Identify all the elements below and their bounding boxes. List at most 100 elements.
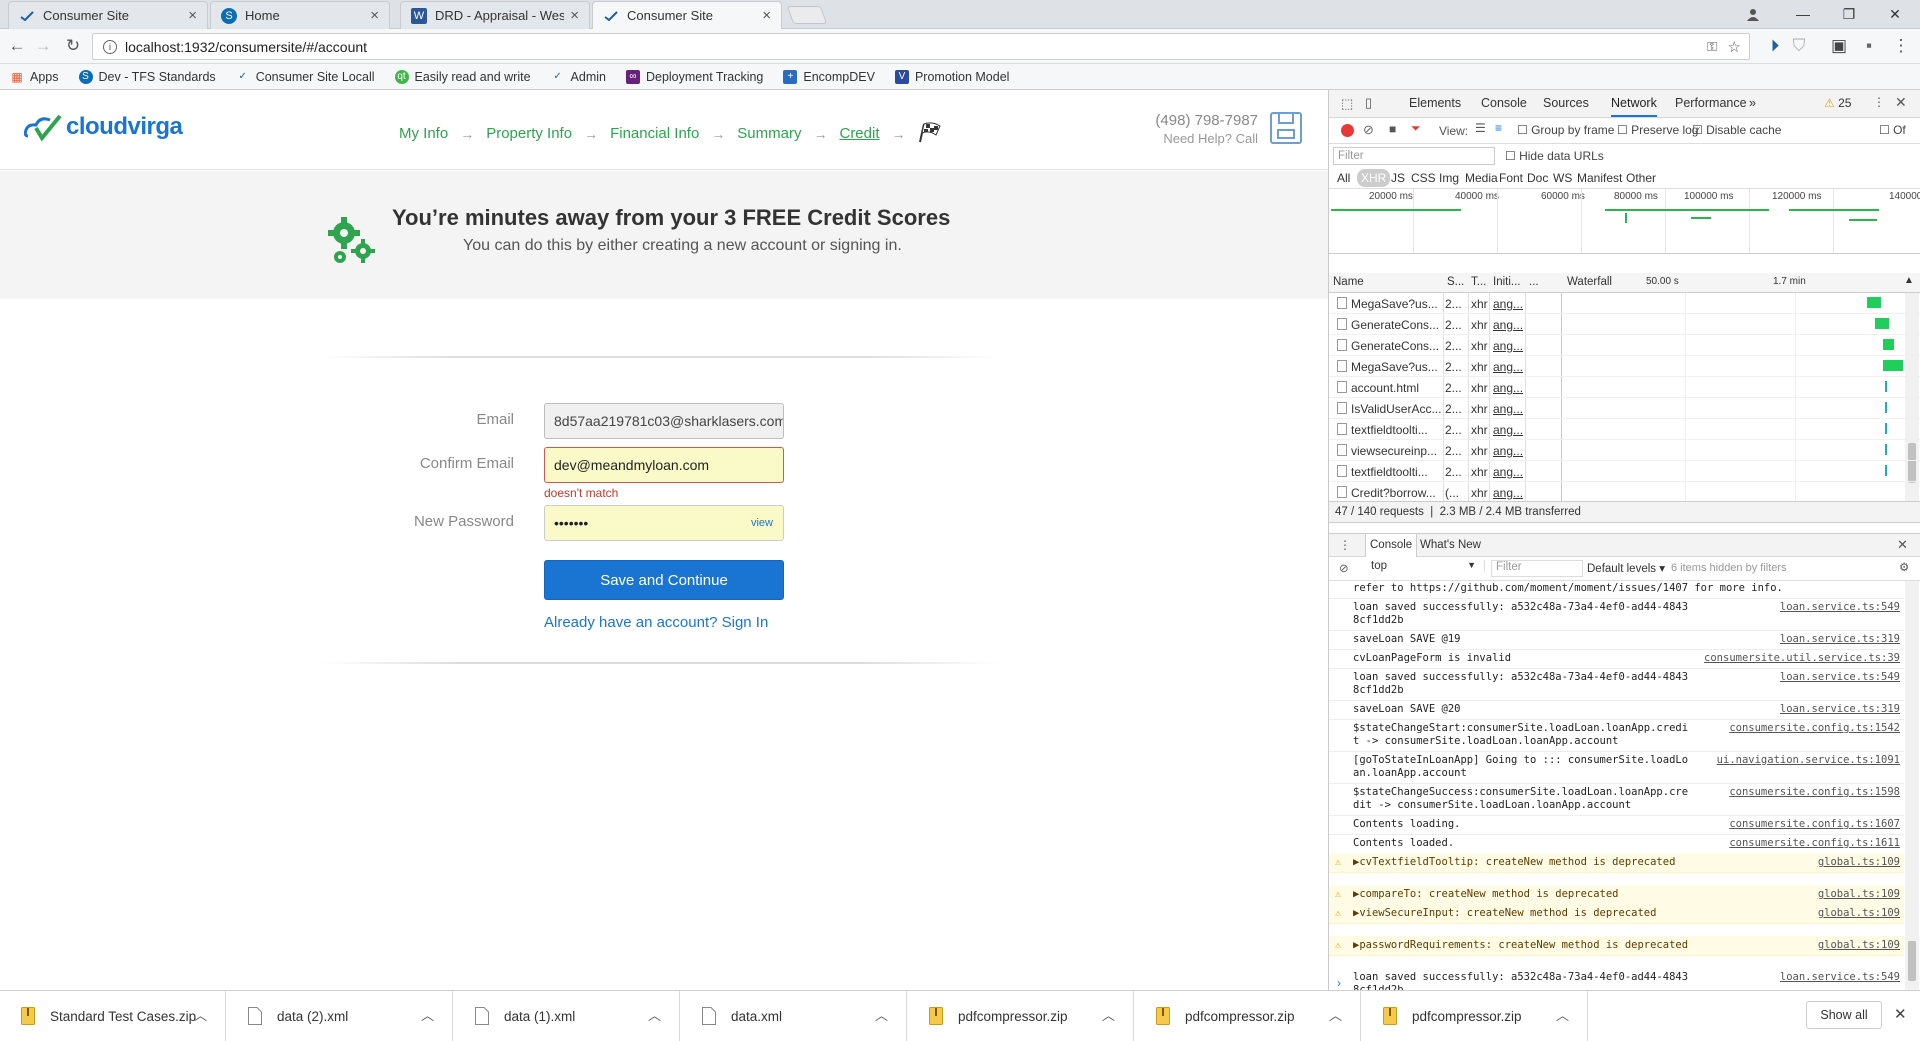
filter-media[interactable]: Media xyxy=(1465,171,1498,185)
chevron-up-icon[interactable]: ︿ xyxy=(1329,1005,1342,1024)
request-initiator[interactable]: ang... xyxy=(1493,423,1523,437)
restore-button[interactable]: ❐ xyxy=(1826,0,1872,28)
devtools-tab-console[interactable]: Console xyxy=(1481,96,1527,110)
warning-counter[interactable]: ⚠ 25 xyxy=(1824,96,1851,110)
column-waterfall[interactable]: Waterfall xyxy=(1567,276,1612,288)
console-source-link[interactable]: consumersite.config.ts:1542 xyxy=(1729,722,1900,735)
confirm-email-input[interactable]: dev@meandmyloan.com xyxy=(544,447,784,483)
sort-up-icon[interactable]: ▲ xyxy=(1904,275,1914,286)
bookmark-easily-read[interactable]: qt Easily read and write xyxy=(394,69,531,84)
step-credit[interactable]: Credit xyxy=(839,125,879,142)
tab-consumer-site-1[interactable]: Consumer Site × xyxy=(8,1,208,29)
devtools-close-icon[interactable]: ✕ xyxy=(1895,94,1907,111)
forward-button[interactable]: → xyxy=(30,33,56,59)
tab-drd-appraisal[interactable]: W DRD - Appraisal - WestV × xyxy=(400,1,590,29)
bookmark-apps[interactable]: ▦ Apps xyxy=(10,70,58,84)
console-source-link[interactable]: loan.service.ts:549 xyxy=(1780,671,1900,684)
console-source-link[interactable]: ui.navigation.service.ts:1091 xyxy=(1717,754,1900,767)
new-tab-button[interactable] xyxy=(786,6,828,24)
scroll-thumb[interactable] xyxy=(1908,941,1916,981)
devtools-tab-performance[interactable]: Performance xyxy=(1675,96,1747,110)
filter-font[interactable]: Font xyxy=(1499,171,1523,185)
reload-button[interactable]: ↻ xyxy=(60,33,86,59)
request-initiator[interactable]: ang... xyxy=(1493,444,1523,458)
console-source-link[interactable]: global.ts:109 xyxy=(1818,939,1900,952)
record-icon[interactable] xyxy=(1341,124,1354,137)
console-source-link[interactable]: global.ts:109 xyxy=(1818,888,1900,901)
console-settings-gear-icon[interactable]: ⚙ xyxy=(1899,560,1909,574)
request-row[interactable]: Credit?borrow... (... xhr ang... xyxy=(1329,482,1920,501)
console-source-link[interactable]: consumersite.config.ts:1611 xyxy=(1729,837,1900,850)
profile-icon[interactable] xyxy=(1730,0,1776,28)
console-source-link[interactable]: loan.service.ts:319 xyxy=(1780,703,1900,716)
request-initiator[interactable]: ang... xyxy=(1493,360,1523,374)
filter-img[interactable]: Img xyxy=(1439,171,1459,185)
request-initiator[interactable]: ang... xyxy=(1493,318,1523,332)
email-input[interactable]: 8d57aa219781c03@sharklasers.com xyxy=(544,403,784,439)
request-row[interactable]: textfieldtoolti... 2... xhr ang... xyxy=(1329,461,1920,482)
hide-data-urls-checkbox[interactable]: ☐ Hide data URLs xyxy=(1505,149,1604,163)
key-icon[interactable]: ⚿ xyxy=(1707,39,1717,55)
device-toolbar-icon[interactable]: ▯ xyxy=(1365,95,1372,111)
show-all-button[interactable]: Show all xyxy=(1806,1001,1882,1029)
console-filter-input[interactable]: Filter xyxy=(1491,560,1583,577)
tab-home[interactable]: S Home × xyxy=(210,1,390,29)
step-my-info[interactable]: My Info xyxy=(399,125,448,142)
column-status[interactable]: S... xyxy=(1447,276,1464,288)
request-row[interactable]: MegaSave?us... 2... xhr ang... xyxy=(1329,293,1920,314)
request-initiator[interactable]: ang... xyxy=(1493,402,1523,416)
download-item[interactable]: data.xml ︿ xyxy=(681,991,907,1041)
download-item[interactable]: data (2).xml ︿ xyxy=(227,991,453,1041)
download-item[interactable]: data (1).xml ︿ xyxy=(454,991,680,1041)
save-floppy-icon[interactable] xyxy=(1270,112,1302,144)
column-more[interactable]: ... xyxy=(1529,276,1539,288)
network-overview-timeline[interactable]: 20000 ms 40000 ms 60000 ms 80000 ms 1000… xyxy=(1329,188,1920,254)
drawer-tab-whats-new[interactable]: What's New xyxy=(1420,539,1481,551)
request-row[interactable]: GenerateCons... 2... xhr ang... xyxy=(1329,314,1920,335)
request-row[interactable]: account.html 2... xhr ang... xyxy=(1329,377,1920,398)
request-row[interactable]: IsValidUserAcc... 2... xhr ang... xyxy=(1329,398,1920,419)
save-and-continue-button[interactable]: Save and Continue xyxy=(544,560,784,600)
console-source-link[interactable]: loan.service.ts:319 xyxy=(1780,633,1900,646)
info-icon[interactable]: i xyxy=(103,39,117,54)
drawer-tab-console[interactable]: Console xyxy=(1365,534,1418,557)
step-financial-info[interactable]: Financial Info xyxy=(610,125,699,142)
camera-icon[interactable]: ■ xyxy=(1389,122,1396,136)
console-prompt-icon[interactable]: › xyxy=(1337,976,1341,990)
extension-puzzle-icon[interactable]: ▪ xyxy=(1856,33,1882,59)
request-row[interactable]: MegaSave?us... 2... xhr ang... xyxy=(1329,356,1920,377)
console-clear-icon[interactable]: ⊘ xyxy=(1339,561,1349,575)
filter-css[interactable]: CSS xyxy=(1411,171,1436,185)
bookmark-encompdev[interactable]: + EncompDEV xyxy=(783,69,875,84)
request-row[interactable]: GenerateCons... 2... xhr ang... xyxy=(1329,335,1920,356)
close-icon[interactable]: × xyxy=(570,7,579,24)
bookmark-dev-tfs[interactable]: S Dev - TFS Standards xyxy=(78,69,216,84)
download-item[interactable]: pdfcompressor.zip ︿ xyxy=(1362,991,1588,1041)
filter-funnel-icon[interactable]: ⏷ xyxy=(1411,121,1421,136)
context-selector[interactable]: top ▼ xyxy=(1365,560,1485,572)
downloads-close-icon[interactable]: ✕ xyxy=(1894,1005,1907,1023)
request-row[interactable]: viewsecureinp... 2... xhr ang... xyxy=(1329,440,1920,461)
inspect-element-icon[interactable]: ⬚ xyxy=(1341,96,1353,112)
request-row[interactable]: textfieldtoolti... 2... xhr ang... xyxy=(1329,419,1920,440)
clear-icon[interactable]: ⊘ xyxy=(1363,122,1374,138)
bookmark-consumer-site-locall[interactable]: ✓ Consumer Site Locall xyxy=(236,70,374,84)
bookmark-star-icon[interactable]: ☆ xyxy=(1728,38,1741,56)
request-initiator[interactable]: ang... xyxy=(1493,339,1523,353)
extension-screenshot-icon[interactable]: ▣ xyxy=(1826,33,1852,59)
chevron-up-icon[interactable]: ︿ xyxy=(1556,1005,1569,1024)
offline-checkbox[interactable]: ☐ Of xyxy=(1879,123,1906,137)
console-source-link[interactable]: loan.service.ts:549 xyxy=(1780,601,1900,614)
extension-play-icon[interactable]: ⏵ xyxy=(1762,33,1788,59)
back-button[interactable]: ← xyxy=(4,33,30,59)
request-initiator[interactable]: ang... xyxy=(1493,381,1523,395)
window-close-button[interactable]: ✕ xyxy=(1872,0,1918,28)
drawer-menu-icon[interactable]: ⋮ xyxy=(1339,538,1351,552)
sign-in-link[interactable]: Already have an account? Sign In xyxy=(544,614,768,631)
download-item[interactable]: pdfcompressor.zip ︿ xyxy=(908,991,1134,1041)
close-icon[interactable]: × xyxy=(188,7,197,24)
network-filter-input[interactable]: Filter xyxy=(1333,147,1495,165)
download-item[interactable]: Standard Test Cases.zip ︿ xyxy=(0,991,226,1041)
console-source-link[interactable]: global.ts:109 xyxy=(1818,856,1900,869)
column-type[interactable]: T... xyxy=(1471,276,1486,288)
